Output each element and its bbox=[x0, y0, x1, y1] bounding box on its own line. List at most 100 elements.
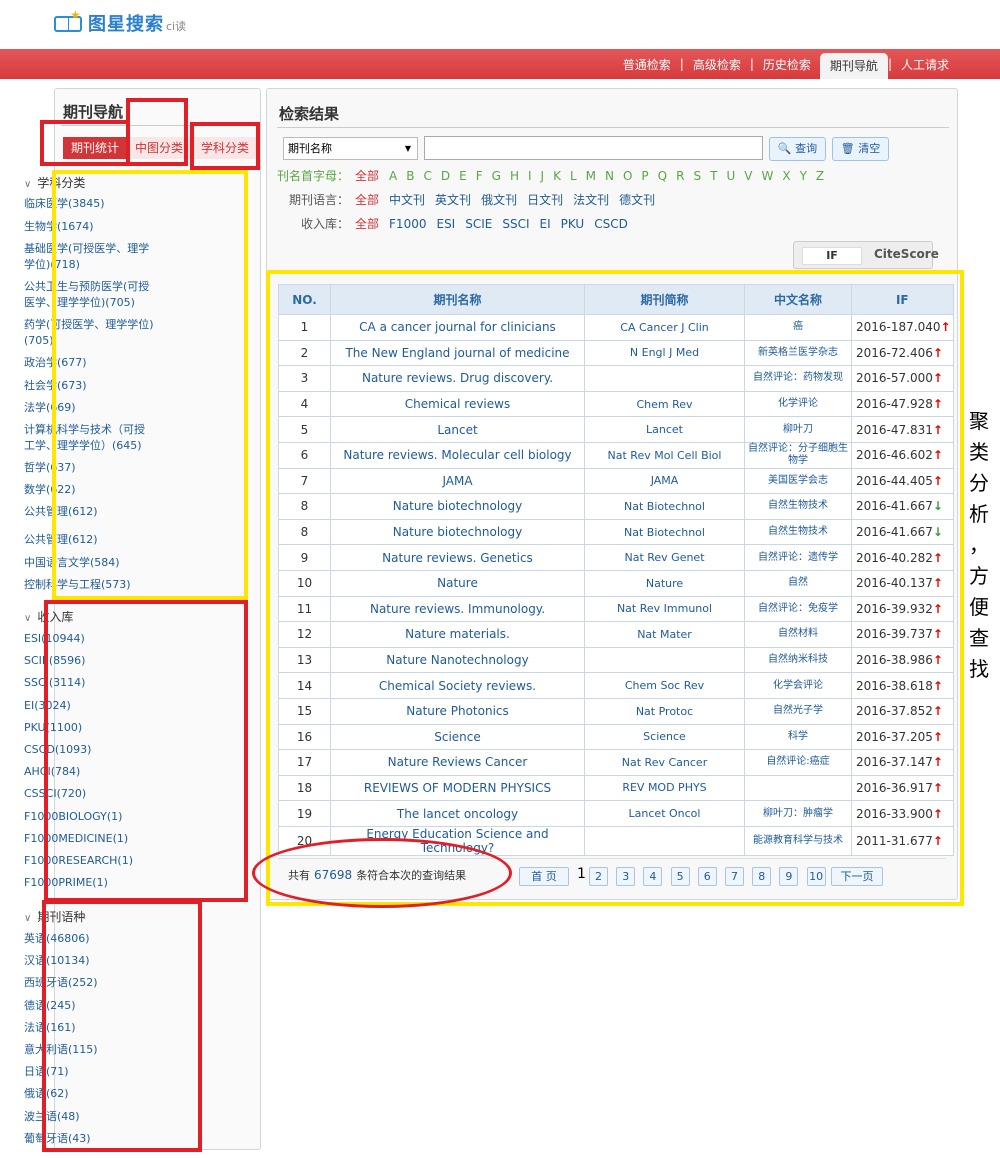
facet-item-subject[interactable]: 法学(669) bbox=[24, 400, 154, 416]
journal-chinese-name[interactable]: 能源教育科学与技术 bbox=[744, 825, 852, 856]
facet-item-database[interactable]: CSSCI(720) bbox=[24, 786, 154, 802]
facet-item-language[interactable]: 葡萄牙语(43) bbox=[24, 1131, 154, 1147]
journal-abbreviation[interactable]: REV MOD PHYS bbox=[584, 774, 745, 802]
journal-name-link[interactable]: Nature reviews. Immunology. bbox=[330, 595, 585, 623]
database-filter-option[interactable]: 全部 bbox=[355, 215, 379, 232]
facet-item-database[interactable]: SSCI(3114) bbox=[24, 675, 154, 691]
journal-chinese-name[interactable]: 美国医学会志 bbox=[744, 467, 852, 495]
facet-item-subject[interactable]: 临床医学(3845) bbox=[24, 196, 154, 212]
letter-filter-v[interactable]: V bbox=[744, 169, 752, 183]
search-field-select[interactable]: 期刊名称 ▼ bbox=[283, 137, 418, 160]
query-button[interactable]: 🔍 查询 bbox=[769, 137, 826, 161]
journal-chinese-name[interactable]: 自然评论:癌症 bbox=[744, 749, 852, 776]
database-filter-option[interactable]: PKU bbox=[561, 217, 585, 231]
journal-name-link[interactable]: Nature biotechnology bbox=[330, 493, 585, 520]
journal-chinese-name[interactable]: 自然评论：药物发现 bbox=[744, 365, 852, 392]
journal-name-link[interactable]: Chemical reviews bbox=[330, 390, 585, 418]
letter-filter-x[interactable]: X bbox=[782, 169, 790, 183]
journal-chinese-name[interactable]: 化学评论 bbox=[744, 390, 852, 418]
facet-item-database[interactable]: F1000RESEARCH(1) bbox=[24, 853, 154, 869]
letter-filter-s[interactable]: S bbox=[693, 169, 701, 183]
clear-button[interactable]: 🗑 清空 bbox=[832, 137, 889, 161]
facet-item-language[interactable]: 波兰语(48) bbox=[24, 1109, 154, 1125]
journal-name-link[interactable]: REVIEWS OF MODERN PHYSICS bbox=[330, 774, 585, 802]
database-filter-option[interactable]: SCIE bbox=[465, 217, 492, 231]
journal-name-link[interactable]: Nature reviews. Drug discovery. bbox=[330, 365, 585, 392]
letter-filter-w[interactable]: W bbox=[761, 169, 773, 183]
journal-name-link[interactable]: Energy Education Science and Technology? bbox=[330, 825, 585, 856]
col-journal-name[interactable]: 期刊名称 bbox=[330, 284, 585, 315]
nav-journal-navigation[interactable]: 期刊导航 bbox=[819, 53, 888, 79]
journal-abbreviation[interactable] bbox=[584, 646, 745, 674]
page-button[interactable]: 5 bbox=[670, 867, 690, 886]
facet-item-subject[interactable]: 公共卫生与预防医学(可授医学、理学学位)(705) bbox=[24, 279, 154, 311]
nav-basic-search[interactable]: 普通检索 bbox=[614, 49, 680, 79]
col-chinese-name[interactable]: 中文名称 bbox=[744, 284, 852, 315]
facet-item-subject[interactable]: 哲学(637) bbox=[24, 460, 154, 476]
page-button[interactable]: 8 bbox=[752, 867, 772, 886]
page-button[interactable]: 2 bbox=[589, 867, 608, 886]
facet-item-database[interactable]: EI(3024) bbox=[24, 698, 154, 714]
language-filter-option[interactable]: 中文刊 bbox=[389, 191, 425, 208]
language-filter-option[interactable]: 全部 bbox=[355, 191, 379, 208]
letter-filter-l[interactable]: L bbox=[570, 169, 577, 183]
facet-item-database[interactable]: F1000MEDICINE(1) bbox=[24, 831, 154, 847]
facet-item-database[interactable]: AHCI(784) bbox=[24, 764, 154, 780]
facet-item-subject[interactable]: 社会学(673) bbox=[24, 378, 154, 394]
nav-manual-request[interactable]: 人工请求 bbox=[892, 49, 958, 79]
journal-abbreviation[interactable]: Nat Rev Immunol bbox=[584, 595, 745, 623]
sort-by-citescore-button[interactable]: CiteScore bbox=[874, 247, 939, 261]
journal-chinese-name[interactable]: 自然纳米科技 bbox=[744, 646, 852, 674]
facet-item-language[interactable]: 德语(245) bbox=[24, 998, 154, 1014]
journal-abbreviation[interactable]: Nat Rev Genet bbox=[584, 544, 745, 571]
facet-group-languages[interactable]: ∨ 期刊语种 bbox=[24, 908, 85, 925]
journal-chinese-name[interactable]: 癌 bbox=[744, 314, 852, 341]
journal-abbreviation[interactable] bbox=[584, 365, 745, 392]
facet-item-subject[interactable]: 公共管理(612) bbox=[24, 504, 154, 520]
facet-item-language[interactable]: 法语(161) bbox=[24, 1020, 154, 1036]
journal-name-link[interactable]: Nature Photonics bbox=[330, 697, 585, 725]
journal-abbreviation[interactable] bbox=[584, 825, 745, 856]
journal-abbreviation[interactable]: Nature bbox=[584, 569, 745, 597]
journal-chinese-name[interactable]: 科学 bbox=[744, 723, 852, 751]
journal-abbreviation[interactable]: Chem Rev bbox=[584, 390, 745, 418]
facet-item-language[interactable]: 日语(71) bbox=[24, 1064, 154, 1080]
journal-abbreviation[interactable]: Nat Biotechnol bbox=[584, 518, 745, 546]
journal-name-link[interactable]: JAMA bbox=[330, 467, 585, 495]
journal-name-link[interactable]: Nature Reviews Cancer bbox=[330, 749, 585, 776]
journal-abbreviation[interactable]: Nat Biotechnol bbox=[584, 493, 745, 520]
journal-chinese-name[interactable]: 柳叶刀：肿瘤学 bbox=[744, 800, 852, 827]
journal-chinese-name[interactable]: 自然材料 bbox=[744, 621, 852, 648]
language-filter-option[interactable]: 日文刊 bbox=[527, 191, 563, 208]
col-abbreviation[interactable]: 期刊简称 bbox=[584, 284, 745, 315]
letter-filter-t[interactable]: T bbox=[710, 169, 717, 183]
journal-abbreviation[interactable]: Nat Rev Mol Cell Biol bbox=[584, 441, 745, 469]
journal-abbreviation[interactable]: Nat Protoc bbox=[584, 697, 745, 725]
first-page-button[interactable]: 首 页 bbox=[519, 867, 569, 886]
facet-item-language[interactable]: 汉语(10134) bbox=[24, 953, 154, 969]
journal-abbreviation[interactable]: Science bbox=[584, 723, 745, 751]
letter-filter-q[interactable]: Q bbox=[658, 169, 667, 183]
journal-chinese-name[interactable]: 自然光子学 bbox=[744, 697, 852, 725]
col-impact-factor[interactable]: IF bbox=[851, 284, 954, 315]
journal-name-link[interactable]: Nature materials. bbox=[330, 621, 585, 648]
col-no[interactable]: NO. bbox=[278, 284, 331, 315]
nav-history-search[interactable]: 历史检索 bbox=[754, 49, 820, 79]
language-filter-option[interactable]: 法文刊 bbox=[573, 191, 609, 208]
letter-filter-j[interactable]: J bbox=[541, 169, 545, 183]
page-button[interactable]: 10 bbox=[806, 867, 826, 886]
facet-group-databases[interactable]: ∨ 收入库 bbox=[24, 608, 73, 625]
journal-abbreviation[interactable]: Nat Rev Cancer bbox=[584, 749, 745, 776]
journal-name-link[interactable]: Nature reviews. Molecular cell biology bbox=[330, 441, 585, 469]
journal-abbreviation[interactable]: Chem Soc Rev bbox=[584, 672, 745, 699]
journal-chinese-name[interactable]: 新英格兰医学杂志 bbox=[744, 339, 852, 367]
journal-name-link[interactable]: Lancet bbox=[330, 416, 585, 443]
database-filter-option[interactable]: SSCI bbox=[502, 217, 529, 231]
journal-abbreviation[interactable]: Lancet Oncol bbox=[584, 800, 745, 827]
database-filter-option[interactable]: F1000 bbox=[389, 217, 426, 231]
tab-clc-classification[interactable]: 中图分类 bbox=[127, 137, 192, 159]
journal-chinese-name[interactable]: 柳叶刀 bbox=[744, 416, 852, 443]
journal-name-link[interactable]: The lancet oncology bbox=[330, 800, 585, 827]
letter-filter-c[interactable]: C bbox=[423, 169, 431, 183]
logo[interactable]: ★ 图星搜索 ci读 bbox=[54, 8, 186, 36]
